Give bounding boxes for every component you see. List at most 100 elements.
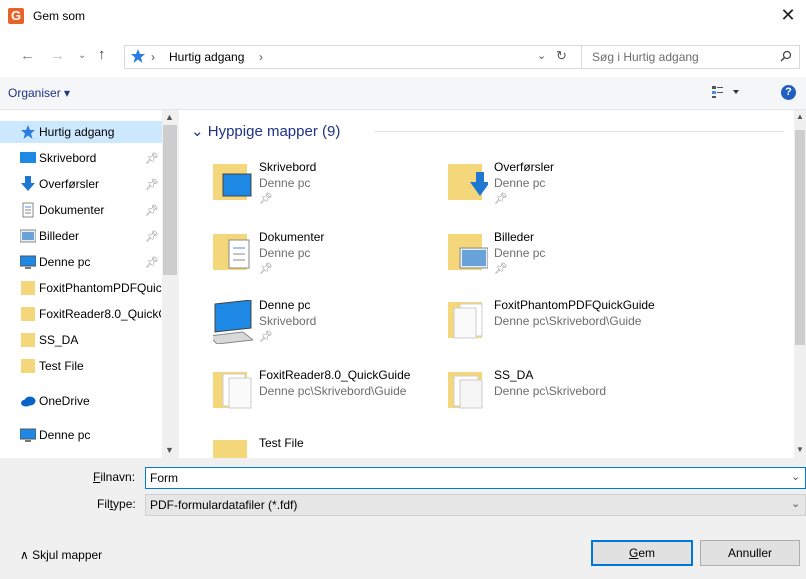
breadcrumb-quick-access[interactable]: Hurtig adgang (169, 50, 244, 64)
tile-pictures[interactable]: Billeder Denne pc 📌︎ (448, 230, 688, 288)
tile-name: Overførsler (494, 160, 554, 174)
filename-label: Filnavn: (93, 470, 136, 484)
hide-folders-label: Skjul mapper (32, 548, 103, 562)
search-icon[interactable] (780, 50, 792, 62)
tile-location: Denne pc (259, 176, 311, 190)
forward-arrow-icon[interactable]: → (50, 47, 65, 64)
sidebar-item-pictures[interactable]: Billeder 📌︎ (0, 225, 162, 247)
group-header[interactable]: ⌄ Hyppige mapper (9) (191, 122, 340, 140)
pin-icon: 📌︎ (259, 263, 273, 275)
close-button[interactable]: ✕ (770, 2, 806, 30)
scroll-down-arrow-icon[interactable]: ▼ (796, 445, 804, 454)
cancel-button[interactable]: Annuller (700, 540, 800, 566)
sidebar-item-folder[interactable]: SS_DA (0, 329, 162, 351)
hide-folders-toggle[interactable]: ∧ Skjul mapper (20, 548, 102, 562)
filename-value: Form (150, 471, 178, 485)
back-arrow-icon[interactable]: ← (20, 47, 35, 64)
view-options-icon[interactable] (712, 85, 740, 99)
tile-documents[interactable]: Dokumenter Denne pc 📌︎ (213, 230, 453, 288)
pin-icon: 📌︎ (145, 257, 159, 269)
sidebar-item-label: Test File (39, 359, 84, 373)
star-icon (130, 48, 146, 64)
pin-icon: 📌︎ (145, 231, 159, 243)
pin-icon: 📌︎ (145, 153, 159, 165)
folder-icon (213, 370, 253, 410)
group-divider (374, 131, 784, 132)
folder-icon (20, 332, 36, 348)
breadcrumb-separator-icon: › (151, 50, 155, 64)
filetype-dropdown-icon[interactable]: ⌄ (791, 497, 800, 510)
folder-icon (20, 280, 36, 296)
sidebar-item-label: Dokumenter (39, 203, 105, 217)
up-arrow-icon[interactable]: ↑ (98, 46, 106, 63)
pin-icon: 📌︎ (494, 193, 508, 205)
tile-folder[interactable]: FoxitReader8.0_QuickGuide Denne pc\Skriv… (213, 368, 453, 426)
address-dropdown-icon[interactable]: ⌄ (537, 49, 546, 62)
sidebar-item-label: Hurtig adgang (39, 125, 115, 139)
help-icon[interactable]: ? (781, 85, 796, 100)
tile-location: Denne pc\Skrivebord (494, 384, 607, 398)
desktop-folder-icon (213, 162, 253, 202)
sidebar-item-label: FoxitReader8.0_QuickGuide (39, 307, 161, 321)
pin-icon: 📌︎ (145, 205, 159, 217)
pictures-folder-icon (448, 232, 488, 272)
tile-downloads[interactable]: Overførsler Denne pc 📌︎ (448, 160, 688, 218)
collapse-chevron-icon: ⌄ (191, 123, 208, 140)
tile-location: Denne pc\Skrivebord\Guide (259, 384, 407, 398)
sidebar-item-folder[interactable]: FoxitPhantomPDFQuickGuide (0, 277, 162, 299)
sidebar-item-onedrive[interactable]: OneDrive (0, 390, 162, 412)
title-bar (0, 0, 806, 33)
scroll-down-arrow-icon[interactable]: ▼ (165, 445, 174, 455)
sidebar-item-label: FoxitPhantomPDFQuickGuide (39, 281, 161, 295)
chevron-up-icon: ∧ (20, 548, 33, 562)
tile-desktop[interactable]: Skrivebord Denne pc 📌︎ (213, 160, 453, 218)
tile-folder[interactable]: SS_DA Denne pc\Skrivebord (448, 368, 688, 426)
filename-dropdown-icon[interactable]: ⌄ (791, 470, 800, 483)
documents-icon (20, 202, 36, 218)
pin-icon: 📌︎ (494, 263, 508, 275)
group-header-label: Hyppige mapper (9) (207, 123, 341, 140)
tile-location: Denne pc (259, 246, 311, 260)
sidebar-scrollbar-thumb[interactable] (163, 125, 177, 275)
tile-name: Skrivebord (259, 160, 317, 174)
organise-menu[interactable]: Organiser ▾ (8, 86, 70, 100)
sidebar-item-label: SS_DA (39, 333, 79, 347)
scroll-up-arrow-icon[interactable]: ▲ (165, 112, 174, 122)
navigation-pane: Hurtig adgang Skrivebord 📌︎ Overførsler … (0, 110, 179, 458)
documents-folder-icon (213, 232, 253, 272)
tile-folder[interactable]: Test File (213, 436, 453, 458)
desktop-icon (20, 150, 36, 166)
sidebar-item-label: Denne pc (39, 255, 91, 269)
save-button[interactable]: Gem (591, 540, 693, 566)
sidebar-item-label: Denne pc (39, 428, 91, 442)
sidebar-item-folder[interactable]: FoxitReader8.0_QuickGuide (0, 303, 162, 325)
scroll-up-arrow-icon[interactable]: ▲ (796, 112, 804, 121)
sidebar-item-desktop[interactable]: Skrivebord 📌︎ (0, 147, 162, 169)
tile-name: FoxitPhantomPDFQuickGuide (494, 298, 655, 312)
recent-locations-chevron-icon[interactable]: ⌄ (78, 50, 86, 61)
refresh-icon[interactable]: ↻ (556, 48, 567, 64)
folder-icon (20, 306, 36, 322)
sidebar-item-label: Billeder (39, 229, 80, 243)
sidebar-item-folder[interactable]: Test File (0, 355, 162, 377)
folder-icon (20, 358, 36, 374)
tile-location: Denne pc (494, 176, 546, 190)
sidebar-item-this-pc[interactable]: Denne pc 📌︎ (0, 251, 162, 273)
computer-icon (20, 427, 36, 443)
tile-folder[interactable]: FoxitPhantomPDFQuickGuide Denne pc\Skriv… (448, 298, 748, 356)
sidebar-item-quick-access[interactable]: Hurtig adgang (0, 121, 162, 143)
tile-this-pc[interactable]: Denne pc Skrivebord 📌︎ (213, 298, 453, 356)
tile-name: Billeder (494, 230, 535, 244)
sidebar-item-this-pc[interactable]: Denne pc (0, 424, 162, 446)
command-bar (0, 77, 806, 110)
filetype-value: PDF-formulardatafiler (*.fdf) (150, 498, 298, 512)
folder-icon (448, 370, 488, 410)
file-list-scrollbar-thumb[interactable] (795, 130, 805, 345)
filename-input[interactable] (145, 467, 806, 489)
sidebar-item-downloads[interactable]: Overførsler 📌︎ (0, 173, 162, 195)
pin-icon: 📌︎ (145, 179, 159, 191)
sidebar-item-documents[interactable]: Dokumenter 📌︎ (0, 199, 162, 221)
folder-icon (448, 300, 488, 340)
onedrive-icon (20, 393, 36, 409)
tile-name: FoxitReader8.0_QuickGuide (259, 368, 411, 382)
